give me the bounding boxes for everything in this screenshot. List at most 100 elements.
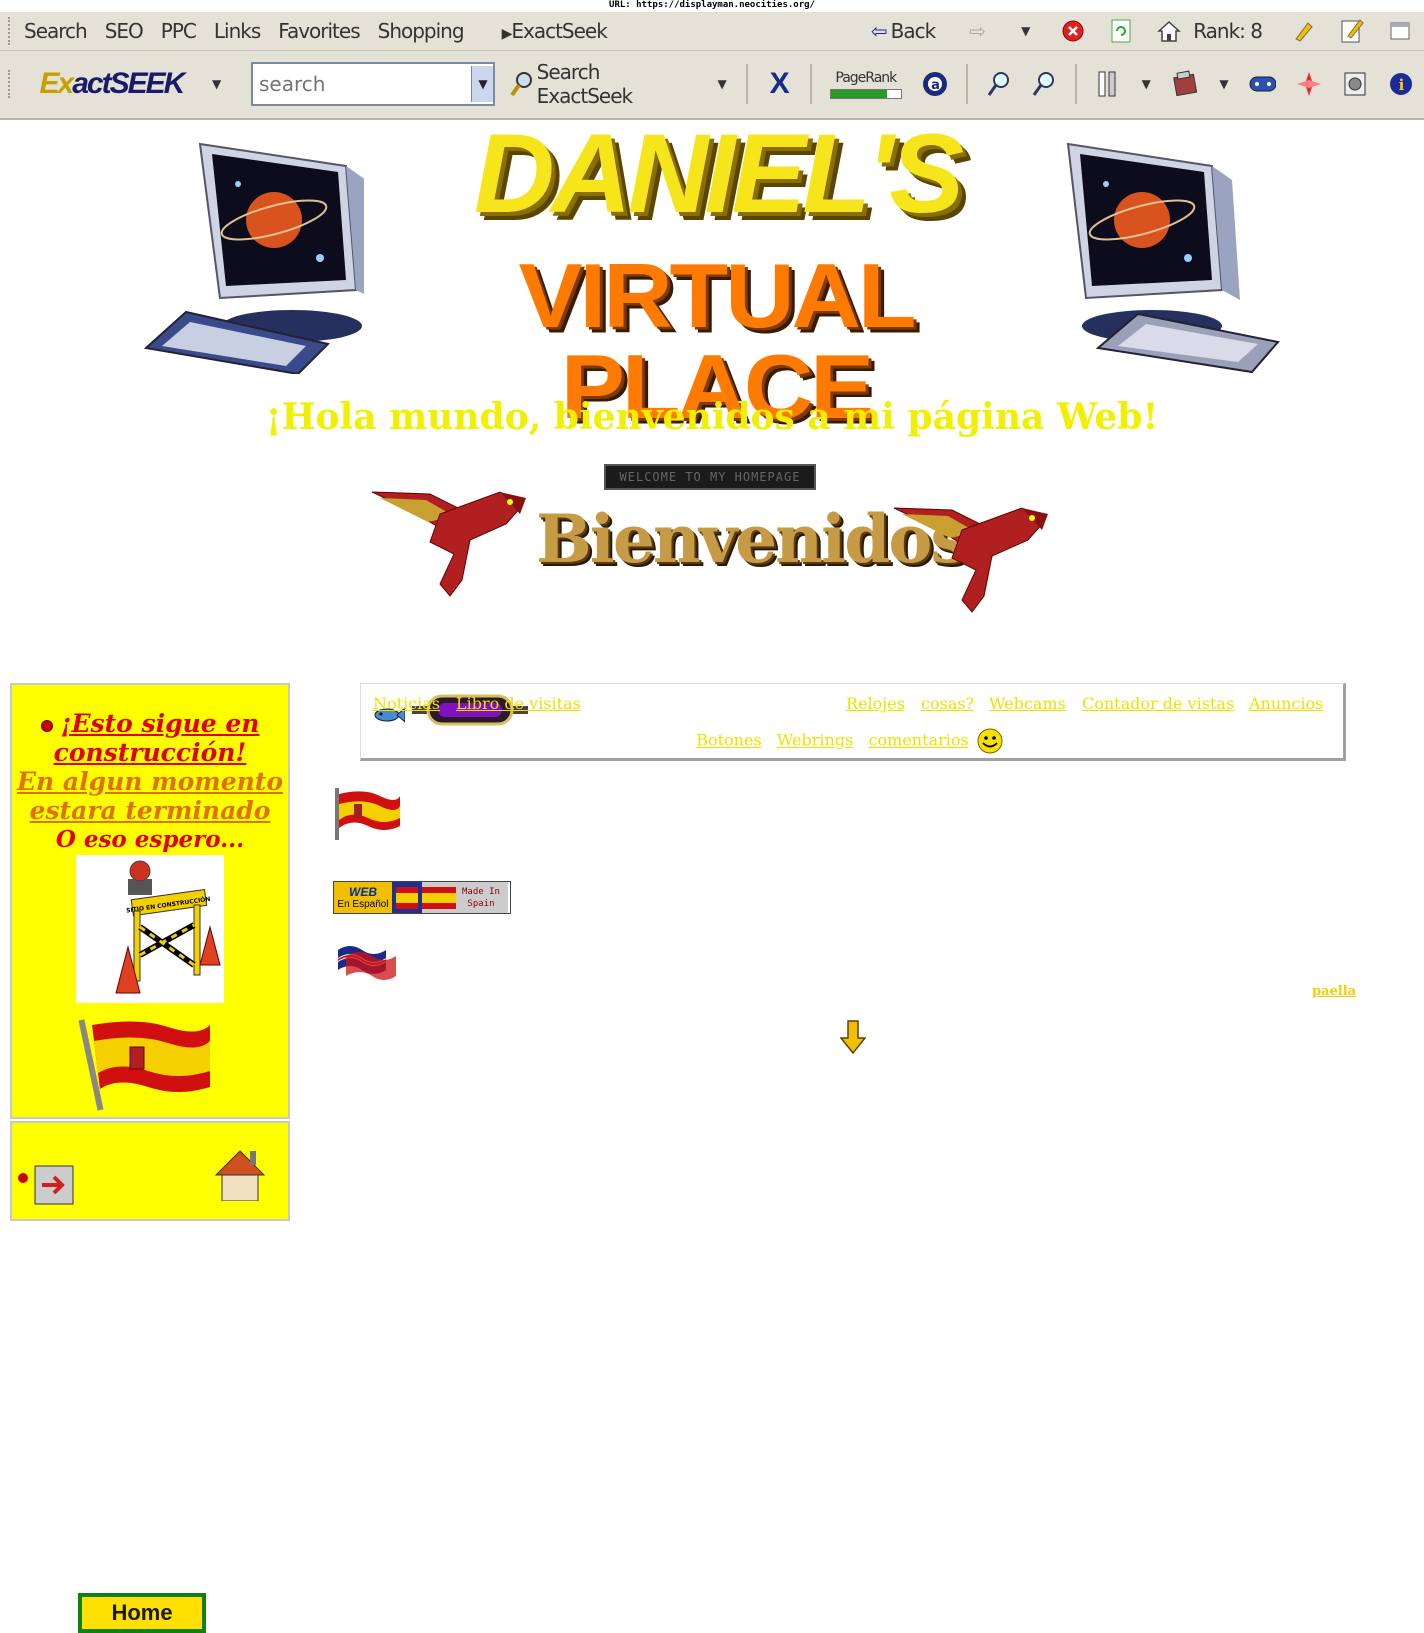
- highlighter-icon[interactable]: [1290, 17, 1318, 45]
- computer-right-image: [1066, 142, 1280, 374]
- sidebar: ¡Esto sigue en construcción! En algun mo…: [10, 683, 290, 1633]
- menu-exactseek[interactable]: ▶ExactSeek: [501, 19, 608, 43]
- computer-left-image: [143, 142, 364, 374]
- nav-link-comentarios[interactable]: comentarios: [869, 731, 969, 750]
- under-construction-panel: ¡Esto sigue en construcción! En algun mo…: [10, 683, 290, 1119]
- nav-link-contador-de-vistas[interactable]: Contador de vistas: [1082, 694, 1234, 713]
- search-history-dropdown[interactable]: ▼: [470, 66, 493, 102]
- menu-seo[interactable]: SEO: [105, 19, 144, 43]
- search-exactseek-button[interactable]: Search ExactSeek: [537, 60, 687, 108]
- toolbar-grip[interactable]: [8, 17, 16, 45]
- toolbar-separator: [810, 64, 812, 104]
- made-in-spain-badge: Made In Spain: [422, 882, 508, 913]
- dragon-left-image: [371, 491, 526, 597]
- uk-spain-flags-icon[interactable]: [336, 940, 396, 980]
- menu-favorites[interactable]: Favorites: [278, 19, 360, 43]
- exactseek-x-icon[interactable]: X: [766, 67, 792, 100]
- house-icon[interactable]: [212, 1145, 268, 1201]
- nav-link-relojes[interactable]: Relojes: [846, 694, 905, 713]
- nav-menu: Noticias Libro de visitas Relojes cosas?…: [360, 683, 1346, 761]
- toolbar-grip[interactable]: [8, 70, 16, 98]
- pagerank-bar: [829, 88, 902, 99]
- toolbar-row-menu: Search SEO PPC Links Favorites Shopping …: [0, 12, 1424, 51]
- svg-text:a: a: [931, 78, 939, 93]
- back-button[interactable]: Back: [891, 19, 937, 43]
- play-icon: ▶: [501, 26, 513, 42]
- spain-flag-icon: [422, 886, 456, 909]
- zoom-out-icon[interactable]: [1031, 70, 1057, 98]
- down-arrow-icon[interactable]: [840, 1020, 866, 1054]
- spain-flag-waving-image: [78, 1019, 210, 1111]
- search-input[interactable]: [252, 64, 471, 104]
- nav-link-webrings[interactable]: Webrings: [777, 731, 853, 750]
- header-banner: DANIEL'S VIRTUAL PLACE: [0, 111, 1424, 433]
- nav-link-anuncios[interactable]: Anuncios: [1249, 694, 1323, 713]
- nav-link-botones[interactable]: Botones: [696, 731, 761, 750]
- url-caption: URL: https://displayman.neocities.org/: [609, 0, 815, 10]
- home-button[interactable]: Home: [78, 1593, 206, 1633]
- nav-link-libro-de-visitas[interactable]: Libro de visitas: [456, 694, 581, 713]
- welcome-marquee: WELCOME TO MY HOMEPAGE: [604, 464, 816, 490]
- edit-note-icon[interactable]: [1338, 17, 1366, 45]
- pagerank-label: PageRank: [835, 69, 897, 86]
- alexa-icon[interactable]: a: [922, 70, 948, 98]
- chevron-down-icon: ▼: [478, 77, 487, 91]
- pagerank-fill: [830, 89, 887, 98]
- gamepad-icon[interactable]: [1248, 70, 1277, 98]
- nav-row-2: Botones Webrings comentarios: [361, 727, 1341, 755]
- exactseek-logo[interactable]: ExactSEEK: [40, 67, 186, 101]
- finished-someday-link[interactable]: En algun momento estara terminado: [12, 767, 288, 825]
- spain-square-icon: [392, 882, 422, 913]
- compass-icon[interactable]: [1296, 70, 1322, 98]
- spain-flag-small-image: [335, 788, 400, 840]
- paella-link[interactable]: paella: [1312, 984, 1356, 999]
- menu-links[interactable]: Links: [214, 19, 261, 43]
- dragon-right-image: [893, 507, 1048, 613]
- window-icon[interactable]: [1386, 17, 1414, 45]
- logo-dropdown-icon[interactable]: ▼: [203, 70, 229, 98]
- refresh-icon[interactable]: [1107, 17, 1135, 45]
- magnifier-icon[interactable]: [509, 70, 535, 98]
- construction-sign-image: SITIO EN CONSTRUCCIÓN: [76, 855, 224, 1003]
- search-options-dropdown-icon[interactable]: ▼: [709, 70, 735, 98]
- zoom-in-icon[interactable]: [986, 70, 1012, 98]
- toolbox-icon[interactable]: [1171, 70, 1199, 98]
- nav-link-webcams[interactable]: Webcams: [989, 694, 1066, 713]
- menu-ppc[interactable]: PPC: [161, 19, 197, 43]
- dropdown-arrow-icon[interactable]: ▼: [1011, 17, 1039, 45]
- toolbar-separator: [965, 64, 968, 104]
- stop-icon[interactable]: [1059, 17, 1087, 45]
- toolbar-separator: [746, 64, 749, 104]
- rank-label: Rank: 8: [1193, 19, 1263, 43]
- door-arrow-icon[interactable]: [34, 1165, 74, 1205]
- bienvenidos-title: Bienvenidos: [536, 500, 968, 578]
- web-en-espanol-badge: WEB En Español: [334, 882, 392, 913]
- greeting-heading: ¡Hola mundo, bienvenidos a mi página Web…: [265, 396, 1159, 438]
- under-construction-link[interactable]: ¡Esto sigue en construcción!: [12, 709, 288, 767]
- tools-icon[interactable]: [1095, 70, 1121, 98]
- pagerank-meter[interactable]: PageRank: [829, 69, 902, 99]
- home-icon[interactable]: [1155, 17, 1183, 45]
- home-panel: Home: [10, 1121, 290, 1633]
- site-title-line1: DANIEL'S: [473, 111, 964, 236]
- spanish-badges: WEB En Español Made In Spain: [333, 881, 511, 914]
- toolbar-row-search: ExactSEEK ▼ ▼ Search ExactSeek ▼ X PageR…: [0, 54, 1424, 114]
- red-bullet-icon: [40, 719, 53, 732]
- tools-dropdown-icon[interactable]: ▼: [1133, 70, 1159, 98]
- search-box[interactable]: ▼: [250, 62, 495, 106]
- toolbar-separator: [1075, 64, 1077, 104]
- smiley-icon: [977, 728, 1003, 754]
- back-arrow-icon[interactable]: ⇦: [871, 17, 888, 45]
- nav-link-noticias[interactable]: Noticias: [373, 694, 440, 713]
- nav-link-cosas[interactable]: cosas?: [921, 694, 974, 713]
- forward-arrow-icon[interactable]: ⇨: [963, 17, 991, 45]
- browser-toolbar: Search SEO PPC Links Favorites Shopping …: [0, 12, 1424, 120]
- settings-icon[interactable]: [1342, 70, 1368, 98]
- info-icon[interactable]: i: [1388, 70, 1414, 98]
- hope-text: O eso espero...: [55, 826, 245, 853]
- red-bullet-icon: [18, 1173, 28, 1183]
- nav-row-1: Noticias Libro de visitas Relojes cosas?…: [371, 694, 1333, 730]
- menu-shopping[interactable]: Shopping: [378, 19, 465, 43]
- menu-search[interactable]: Search: [24, 19, 88, 43]
- toolbox-dropdown-icon[interactable]: ▼: [1211, 70, 1237, 98]
